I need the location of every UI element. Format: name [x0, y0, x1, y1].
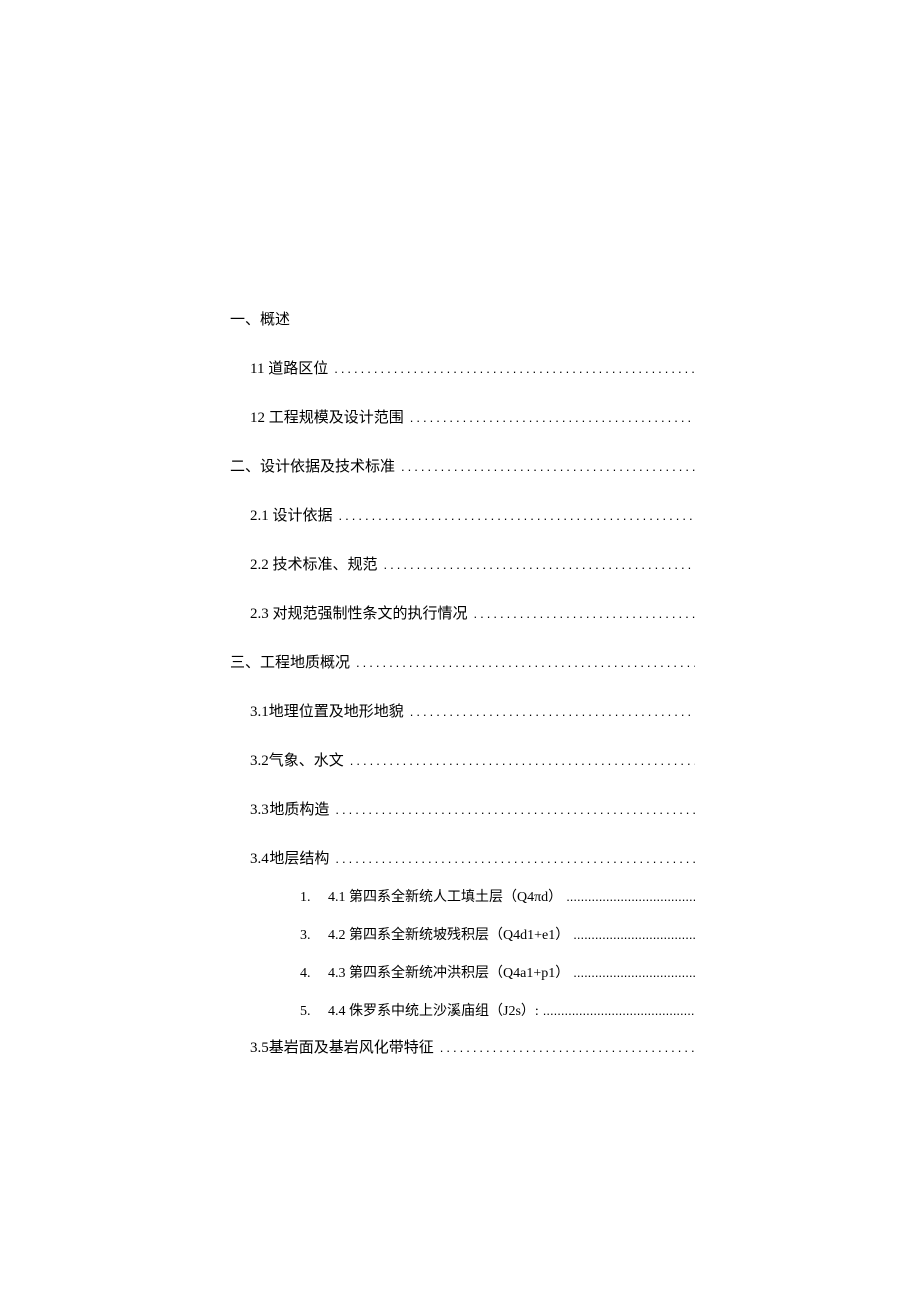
toc-subitem: 4. 4.3 第四系全新统冲洪积层（Q4a1+p1） .............… [300, 962, 695, 982]
toc-subitem-title: 4.3 第四系全新统冲洪积层（Q4a1+p1） [328, 962, 569, 982]
toc-leader: ........................................… [378, 556, 695, 574]
toc-item-2-1: 2.1 设计依据 ...............................… [230, 506, 695, 527]
toc-item-3-3-num: 3.3 [250, 800, 269, 821]
toc-leader: ........................................… [344, 752, 695, 770]
toc-item-3-2-title: 气象、水文 [269, 751, 344, 772]
document-page: 一、概述 11 道路区位 ...........................… [0, 0, 920, 1301]
toc-subitem: 3. 4.2 第四系全新统坡残积层（Q4d1+e1） .............… [300, 924, 695, 944]
toc-leader: ........................................… [328, 360, 695, 378]
toc-item-2-3-title: 2.3 对规范强制性条文的执行情况 [250, 604, 468, 625]
toc-item-1-2: 12 工程规模及设计范围 ...........................… [230, 408, 695, 429]
toc-item-2-2: 2.2 技术标准、规范 ............................… [230, 555, 695, 576]
toc-section-2: 二、设计依据及技术标准 ............................… [230, 457, 695, 478]
toc-leader: ........................................… [404, 703, 695, 721]
toc-item-3-4-title: 地层结构 [269, 849, 329, 870]
toc-item-1-1: 11 道路区位 ................................… [230, 359, 695, 380]
toc-subitem: 5. 4.4 侏罗系中统上沙溪庙组（J2s）: ................… [300, 1000, 695, 1020]
toc-sublist-3-4: 1. 4.1 第四系全新统人工填土层（Q4πd） ...............… [230, 886, 695, 1020]
toc-item-3-1-num: 3.1 [250, 702, 269, 723]
toc-section-2-title: 二、设计依据及技术标准 [230, 457, 395, 478]
toc-item-3-1: 3.1 地理位置及地形地貌 ..........................… [230, 702, 695, 723]
toc-leader: ........................................… [350, 654, 695, 672]
toc-subitem-num: 5. [300, 1004, 328, 1020]
toc-item-2-3: 2.3 对规范强制性条文的执行情况 ......................… [230, 604, 695, 625]
toc-leader: ........................................… [395, 458, 695, 476]
toc-item-3-5: 3.5 基岩面及基岩风化带特征 ........................… [230, 1038, 695, 1059]
toc-item-3-2-num: 3.2 [250, 751, 269, 772]
toc-item-1-2-title: 12 工程规模及设计范围 [250, 408, 404, 429]
toc-leader: ........................................… [539, 1003, 695, 1018]
toc-subitem-num: 1. [300, 890, 328, 906]
toc-item-3-4: 3.4 地层结构 ...............................… [230, 849, 695, 870]
toc-leader: ........................................… [329, 801, 695, 819]
toc-leader: ........................................… [404, 409, 695, 427]
toc-leader: ........................................… [569, 965, 695, 980]
toc-item-3-2: 3.2 气象、水文 ..............................… [230, 751, 695, 772]
toc-leader: ........................................… [562, 889, 695, 904]
toc-subitem-title: 4.4 侏罗系中统上沙溪庙组（J2s）: [328, 1000, 539, 1020]
toc-section-1-title: 一、概述 [230, 310, 290, 331]
toc-item-1-1-title: 11 道路区位 [250, 359, 328, 380]
toc-subitem: 1. 4.1 第四系全新统人工填土层（Q4πd） ...............… [300, 886, 695, 906]
toc-item-3-4-num: 3.4 [250, 849, 269, 870]
toc-section-1: 一、概述 [230, 310, 695, 331]
toc-item-2-2-title: 2.2 技术标准、规范 [250, 555, 378, 576]
toc-item-3-1-title: 地理位置及地形地貌 [269, 702, 404, 723]
toc-leader: ........................................… [468, 605, 695, 623]
toc-leader: ........................................… [569, 927, 695, 942]
toc-leader: ........................................… [329, 850, 695, 868]
toc-section-3-title: 三、工程地质概况 [230, 653, 350, 674]
toc-leader: ........................................… [333, 507, 695, 525]
toc-section-3: 三、工程地质概况 ...............................… [230, 653, 695, 674]
toc-item-3-3-title: 地质构造 [269, 800, 329, 821]
toc-item-3-5-title: 基岩面及基岩风化带特征 [269, 1038, 434, 1059]
toc-subitem-num: 4. [300, 966, 328, 982]
toc-subitem-title: 4.1 第四系全新统人工填土层（Q4πd） [328, 886, 562, 906]
toc-item-2-1-title: 2.1 设计依据 [250, 506, 333, 527]
toc-item-3-5-num: 3.5 [250, 1038, 269, 1059]
toc-leader: ........................................… [434, 1039, 695, 1057]
toc-subitem-num: 3. [300, 928, 328, 944]
toc-subitem-title: 4.2 第四系全新统坡残积层（Q4d1+e1） [328, 924, 569, 944]
toc-item-3-3: 3.3 地质构造 ...............................… [230, 800, 695, 821]
